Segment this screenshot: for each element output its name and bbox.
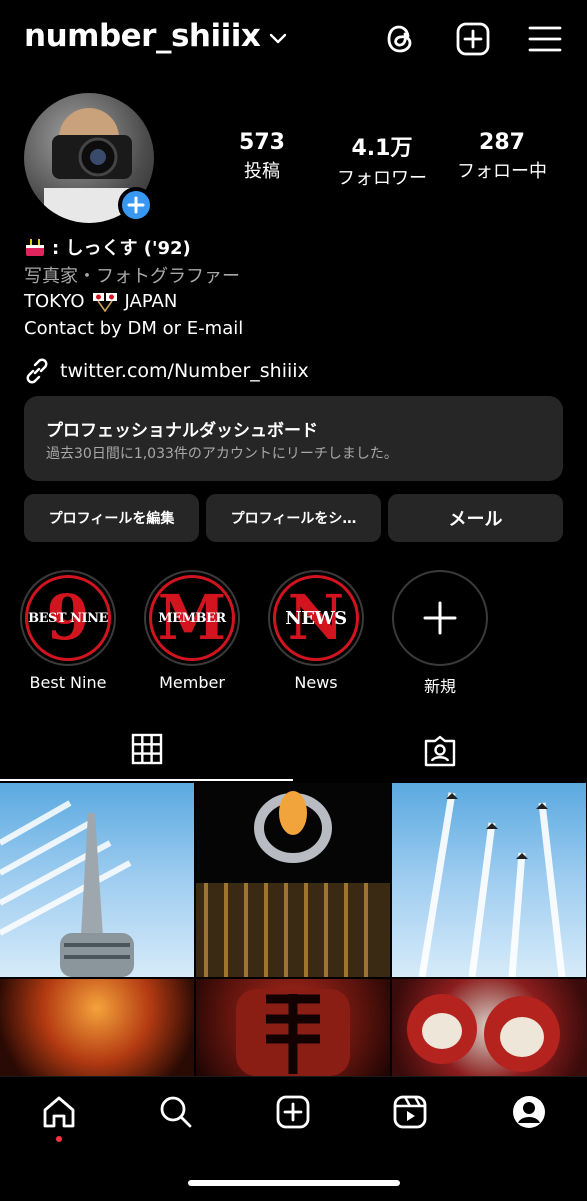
birthday-cake-icon [26,239,44,256]
highlight-member[interactable]: M MEMBER [144,570,240,666]
bio-line-1: TOKYO JAPAN [24,290,177,312]
post-image [196,791,390,977]
add-story-icon[interactable] [118,187,154,223]
post-thumbnail[interactable] [196,783,390,977]
add-post-icon[interactable] [454,20,492,58]
share-profile-button[interactable]: プロフィールをシ… [206,494,381,542]
search-icon[interactable] [157,1093,195,1131]
japan-flags-icon [92,293,117,312]
dashboard-title: プロフェッショナルダッシュボード [46,421,318,441]
post-thumbnail[interactable] [392,783,586,977]
reels-icon[interactable] [391,1093,429,1131]
highlight-cover: 9 BEST NINE [25,575,111,661]
home-indicator[interactable] [188,1180,400,1186]
profile-name-text: : しっくす ('92) [52,238,191,259]
followers-stat[interactable]: 4.1万 フォロワー [322,130,442,190]
posts-stat: 573 投稿 [202,130,322,183]
profile-link-text[interactable]: twitter.com/Number_shiiix [60,360,309,382]
highlight-cover-text: BEST NINE [28,610,108,626]
profile-link[interactable]: twitter.com/Number_shiiix [24,358,309,384]
plus-icon [423,601,457,635]
create-icon[interactable] [274,1093,312,1131]
highlight-cover: M MEMBER [149,575,235,661]
edit-profile-button[interactable]: プロフィールを編集 [24,494,199,542]
profile-category: 写真家・フォトグラファー [24,266,240,287]
active-tab-indicator [0,779,293,781]
posts-label: 投稿 [244,161,280,182]
highlight-cover-text: MEMBER [158,610,226,626]
post-image [0,800,134,977]
notification-dot [56,1136,62,1142]
chevron-down-icon[interactable] [268,28,288,48]
highlight-label: 新規 [423,677,456,696]
post-image [418,792,566,977]
threads-icon[interactable] [381,20,419,58]
following-count: 287 [479,130,525,155]
profile-name: : しっくす ('92) [24,234,191,260]
following-stat[interactable]: 287 フォロー中 [442,130,562,183]
highlight-label: Best Nine [29,673,107,692]
menu-icon[interactable] [526,20,564,58]
post-image [236,989,350,1076]
tagged-icon[interactable] [423,735,457,767]
profile-icon[interactable] [510,1093,548,1131]
new-highlight-button[interactable] [392,570,488,666]
highlight-best-nine[interactable]: 9 BEST NINE [20,570,116,666]
post-thumbnail[interactable] [196,979,390,1076]
link-icon [26,358,48,384]
followers-count: 4.1万 [351,136,413,161]
highlight-cover-text: NEWS [285,607,347,629]
home-icon[interactable] [40,1093,78,1131]
email-button[interactable]: メール [388,494,563,542]
highlight-cover: N NEWS [273,575,359,661]
post-thumbnail[interactable] [0,979,194,1076]
bio-location-a: TOKYO [24,290,85,312]
dashboard-subtitle: 過去30日間に1,033件のアカウントにリーチしました。 [46,446,398,462]
bio-line-2: Contact by DM or E-mail [24,318,244,339]
post-thumbnail[interactable] [0,783,194,977]
post-image [407,994,560,1072]
post-thumbnail[interactable] [392,979,587,1076]
grid-icon[interactable] [131,733,163,765]
followers-label: フォロワー [337,168,427,189]
professional-dashboard[interactable]: プロフェッショナルダッシュボード 過去30日間に1,033件のアカウントにリーチ… [24,396,563,481]
bio-location-b: JAPAN [124,290,178,312]
highlight-label: News [294,673,338,692]
posts-count: 573 [239,130,285,155]
highlight-news[interactable]: N NEWS [268,570,364,666]
highlight-label: Member [159,673,225,692]
profile-username[interactable]: number_shiiix [24,18,261,54]
following-label: フォロー中 [457,161,547,182]
